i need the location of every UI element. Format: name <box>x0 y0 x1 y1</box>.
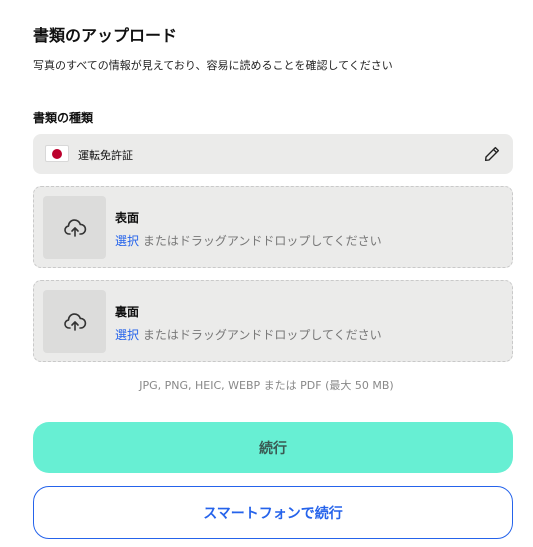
drag-drop-hint: またはドラッグアンドドロップしてください <box>139 328 382 342</box>
drag-drop-hint: またはドラッグアンドドロップしてください <box>139 234 382 248</box>
cloud-upload-icon <box>63 218 86 237</box>
upload-back-title: 裏面 <box>115 305 140 319</box>
page-title: 書類のアップロード <box>33 26 178 45</box>
upload-dropzone-back[interactable]: 裏面 選択 またはドラッグアンドドロップしてください <box>33 280 513 362</box>
document-type-value: 運転免許証 <box>78 149 133 162</box>
page-subtitle: 写真のすべての情報が見えており、容易に読めることを確認してください <box>33 59 393 72</box>
pencil-icon[interactable] <box>483 145 501 163</box>
select-file-link[interactable]: 選択 <box>115 234 139 248</box>
upload-dropzone-front[interactable]: 表面 選択 またはドラッグアンドドロップしてください <box>33 186 513 268</box>
continue-on-phone-button[interactable]: スマートフォンで続行 <box>33 486 513 539</box>
upload-front-title: 表面 <box>115 211 140 225</box>
document-type-select[interactable]: 運転免許証 <box>33 134 513 174</box>
upload-thumbnail[interactable] <box>43 196 106 259</box>
japan-flag-icon <box>45 145 69 162</box>
document-type-label: 書類の種類 <box>33 111 94 125</box>
upload-front-hint: 選択 またはドラッグアンドドロップしてください <box>115 232 382 249</box>
upload-thumbnail[interactable] <box>43 290 106 353</box>
continue-button[interactable]: 続行 <box>33 422 513 473</box>
accepted-formats-note: JPG, PNG, HEIC, WEBP または PDF (最大 50 MB) <box>139 379 394 392</box>
select-file-link[interactable]: 選択 <box>115 328 139 342</box>
upload-back-hint: 選択 またはドラッグアンドドロップしてください <box>115 326 382 343</box>
cloud-upload-icon <box>63 312 86 331</box>
